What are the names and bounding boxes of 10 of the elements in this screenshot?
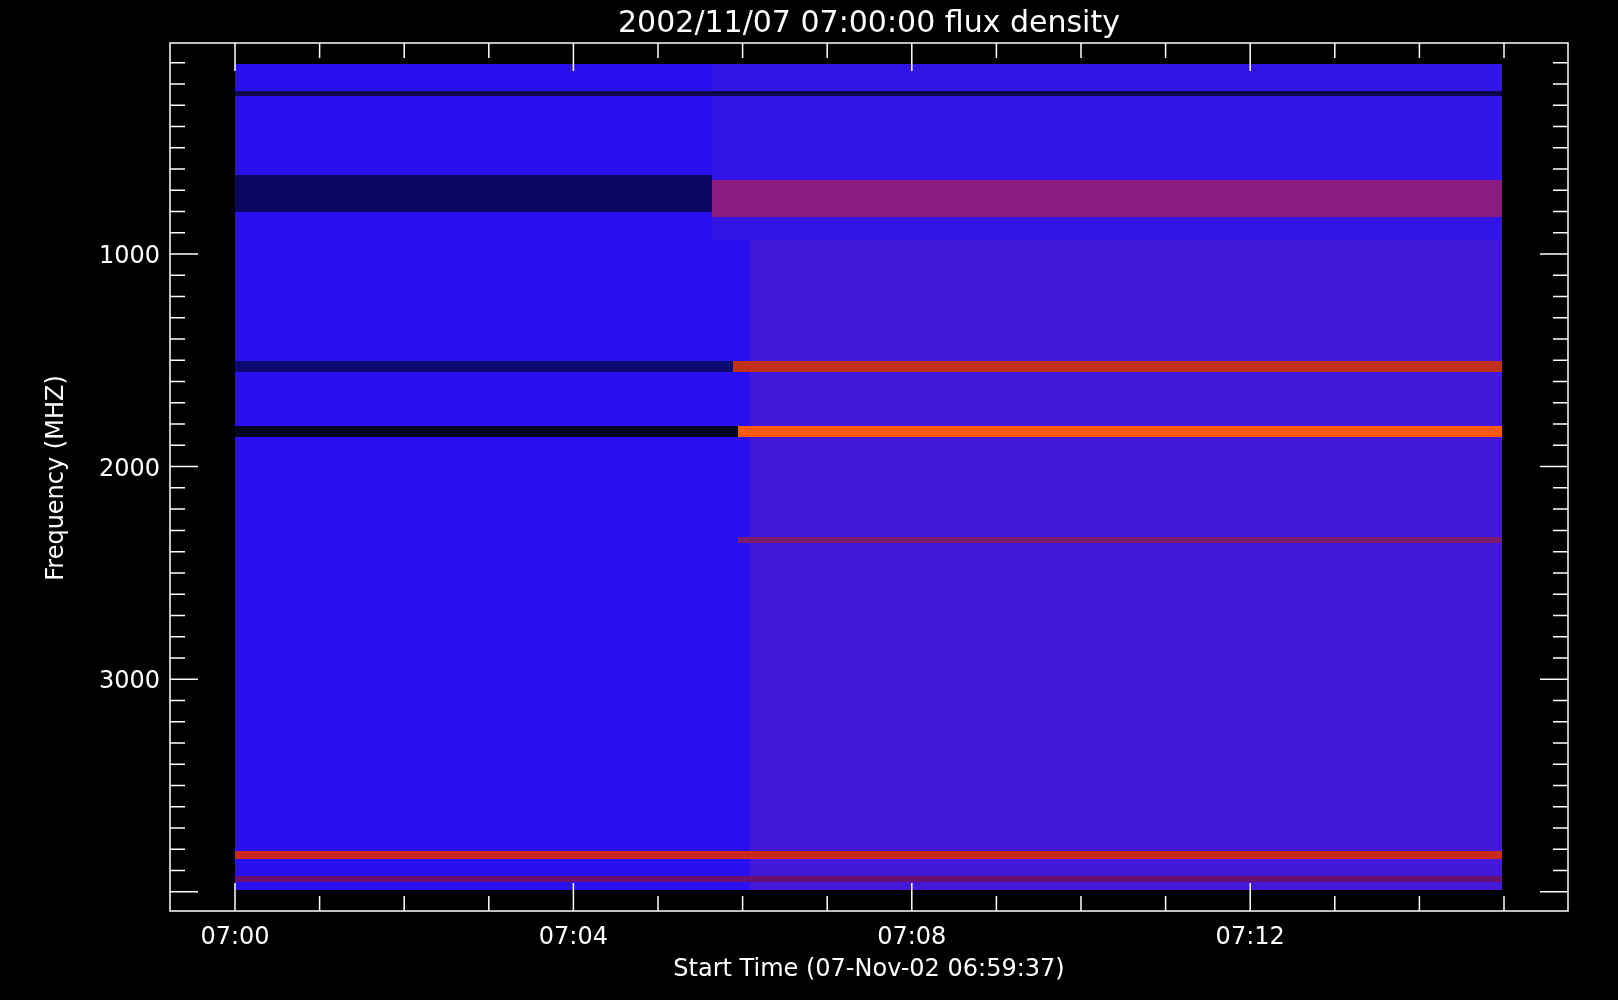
tick-label: 07:12 <box>1215 922 1285 950</box>
tick-label: 07:04 <box>538 922 608 950</box>
tick-label: 2000 <box>98 453 160 482</box>
chart-title: 2002/11/07 07:00:00 flux density <box>618 4 1120 39</box>
axis-label: Frequency (MHZ) <box>41 375 69 581</box>
tick-label: 1000 <box>98 241 160 269</box>
tick-label: 07:08 <box>877 922 947 950</box>
tick-label: 07:00 <box>200 922 270 950</box>
axis-label: Start Time (07-Nov-02 06:59:37) <box>673 954 1065 982</box>
tick-label: 3000 <box>98 666 160 695</box>
